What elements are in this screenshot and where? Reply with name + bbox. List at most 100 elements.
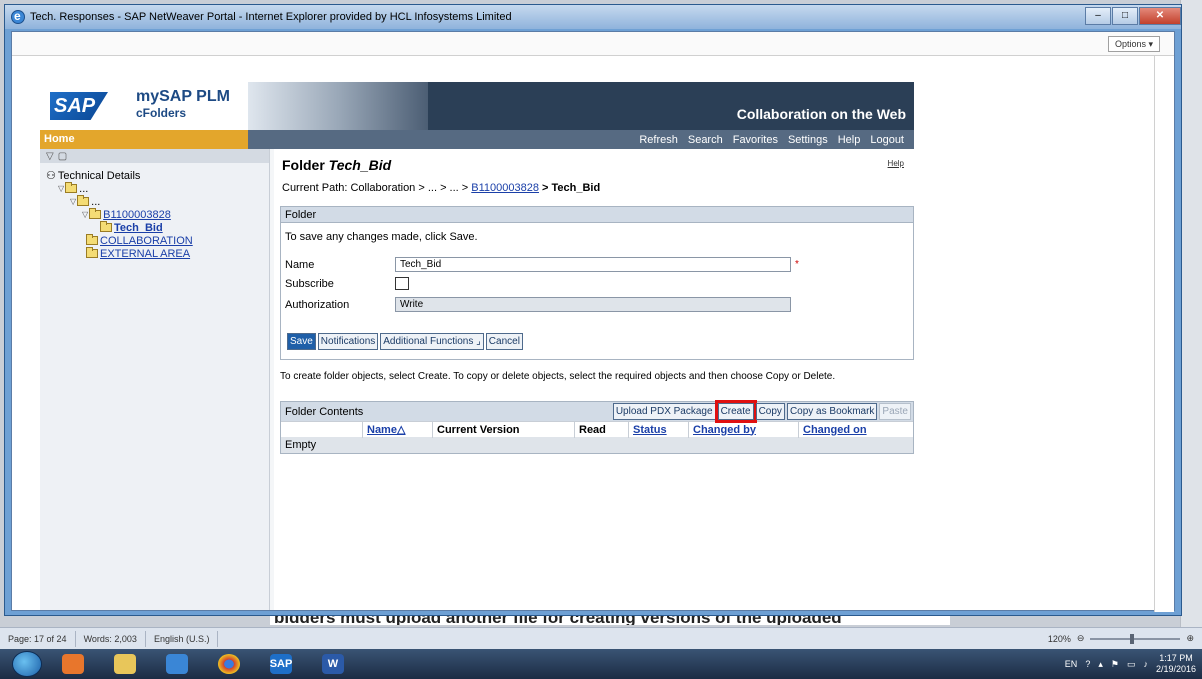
chrome-icon bbox=[218, 654, 240, 674]
name-field[interactable]: Tech_Bid bbox=[395, 257, 791, 272]
folder-panel: Folder To save any changes made, click S… bbox=[280, 206, 914, 360]
open-folder-icon bbox=[100, 221, 112, 232]
tree-item-label[interactable]: B1100003828 bbox=[103, 209, 171, 221]
column-changed-by[interactable]: Changed by bbox=[689, 421, 799, 438]
flag-icon[interactable]: ⚑ bbox=[1111, 659, 1119, 670]
nav-search[interactable]: Search bbox=[688, 134, 723, 146]
product-name: mySAP PLM cFolders bbox=[136, 88, 230, 122]
folder-icon bbox=[86, 247, 98, 258]
taskbar-word[interactable]: W bbox=[312, 651, 354, 677]
help-link[interactable]: Help bbox=[888, 159, 904, 168]
save-button[interactable]: Save bbox=[287, 333, 316, 350]
tree-item-label[interactable]: Tech_Bid bbox=[114, 222, 163, 234]
table-buttons: Upload PDX Package Create Copy Copy as B… bbox=[612, 400, 911, 423]
browser-scrollbar[interactable] bbox=[1154, 56, 1174, 612]
subscribe-checkbox[interactable] bbox=[395, 277, 409, 290]
collapse-icon[interactable]: ▽ bbox=[46, 151, 54, 162]
additional-functions-button[interactable]: Additional Functions ⌟ bbox=[380, 333, 484, 350]
tree-item-collaboration[interactable]: COLLABORATION bbox=[46, 234, 263, 247]
upload-pdx-button[interactable]: Upload PDX Package bbox=[612, 403, 716, 420]
taskbar: SAP W EN ? ▴ ⚑ ▭ ♪ 1:17 PM 2/19/2016 bbox=[0, 649, 1202, 679]
breadcrumb: Current Path: Collaboration > ... > ... … bbox=[282, 182, 600, 194]
taskbar-sap[interactable]: SAP bbox=[260, 651, 302, 677]
expand-icon[interactable]: ▽ bbox=[58, 184, 64, 193]
tree-item-tech-bid[interactable]: Tech_Bid bbox=[46, 221, 263, 234]
tray-language[interactable]: EN bbox=[1065, 659, 1078, 669]
lock-icon[interactable]: ▢ bbox=[58, 151, 67, 162]
language[interactable]: English (U.S.) bbox=[146, 630, 219, 647]
nav-help[interactable]: Help bbox=[838, 134, 861, 146]
expand-icon[interactable]: ▽ bbox=[70, 197, 76, 206]
folder-icon bbox=[77, 195, 90, 206]
tree-root[interactable]: ⚇ Technical Details bbox=[46, 169, 263, 183]
tree-root-label: Technical Details bbox=[57, 169, 141, 182]
sidebar-toolbar: ▽ ▢ bbox=[40, 149, 269, 163]
tree-item[interactable]: ▽ ... bbox=[46, 195, 263, 208]
nav-logout[interactable]: Logout bbox=[870, 134, 904, 146]
required-mark: * bbox=[795, 259, 799, 270]
column-changed-on[interactable]: Changed on bbox=[799, 422, 913, 438]
zoom-slider[interactable] bbox=[1090, 633, 1181, 644]
taskbar-explorer[interactable] bbox=[104, 651, 146, 677]
expand-icon[interactable]: ▽ bbox=[82, 210, 88, 219]
folder-icon bbox=[89, 208, 102, 219]
main-content: Folder Tech_Bid Help Current Path: Colla… bbox=[274, 149, 914, 610]
tree-item-label[interactable]: COLLABORATION bbox=[100, 235, 193, 247]
sap-icon: SAP bbox=[270, 654, 292, 674]
clock-time: 1:17 PM bbox=[1159, 653, 1193, 663]
notifications-button[interactable]: Notifications bbox=[317, 333, 379, 350]
maximize-button[interactable]: □ bbox=[1112, 7, 1138, 25]
sidebar: ▽ ▢ ⚇ Technical Details ▽ ... ▽ ... ▽ B1… bbox=[40, 149, 270, 610]
tree-item-label: ... bbox=[79, 182, 89, 195]
tree-item-label[interactable]: EXTERNAL AREA bbox=[100, 248, 190, 260]
nav-home[interactable]: Home bbox=[40, 130, 248, 149]
show-hidden-icon[interactable]: ▴ bbox=[1098, 659, 1103, 670]
ie-window: Tech. Responses - SAP NetWeaver Portal -… bbox=[4, 4, 1182, 616]
help-icon[interactable]: ? bbox=[1085, 659, 1090, 669]
breadcrumb-link[interactable]: B1100003828 bbox=[471, 182, 539, 194]
volume-icon[interactable]: ♪ bbox=[1143, 659, 1148, 669]
column-name[interactable]: Name△ bbox=[363, 421, 433, 438]
copy-as-bookmark-button[interactable]: Copy as Bookmark bbox=[786, 403, 878, 420]
empty-row: Empty bbox=[281, 437, 913, 453]
taskbar-firefox[interactable] bbox=[52, 651, 94, 677]
tree-item[interactable]: ▽ ... bbox=[46, 182, 263, 195]
panel-message: To save any changes made, click Save. bbox=[285, 231, 478, 243]
page-title: Folder Tech_Bid bbox=[282, 157, 391, 173]
word-status-bar: Page: 17 of 24 Words: 2,003 English (U.S… bbox=[0, 627, 1202, 649]
tree-item-b1100003828[interactable]: ▽ B1100003828 bbox=[46, 208, 263, 221]
options-button[interactable]: Options ▾ bbox=[1107, 36, 1160, 52]
nav-favorites[interactable]: Favorites bbox=[733, 134, 778, 146]
start-button[interactable] bbox=[12, 651, 42, 677]
close-button[interactable]: ✕ bbox=[1139, 7, 1181, 25]
minimize-button[interactable]: – bbox=[1085, 7, 1111, 25]
create-button[interactable]: Create bbox=[714, 400, 757, 423]
table-columns: Name△ Current Version Read Status Change… bbox=[281, 421, 913, 438]
clock[interactable]: 1:17 PM 2/19/2016 bbox=[1156, 653, 1196, 675]
nav-settings[interactable]: Settings bbox=[788, 134, 828, 146]
page-count[interactable]: Page: 17 of 24 bbox=[0, 630, 76, 647]
network-icon[interactable]: ▭ bbox=[1127, 659, 1136, 670]
name-row: Name Tech_Bid * bbox=[285, 257, 799, 272]
column-status[interactable]: Status bbox=[629, 421, 689, 438]
zoom-level[interactable]: 120% bbox=[1048, 634, 1071, 644]
panel-buttons: Save Notifications Additional Functions … bbox=[287, 333, 523, 350]
select-column[interactable] bbox=[281, 421, 363, 438]
breadcrumb-current: > Tech_Bid bbox=[542, 182, 601, 194]
zoom-out-icon[interactable]: ⊖ bbox=[1077, 633, 1085, 644]
tree-item-external-area[interactable]: EXTERNAL AREA bbox=[46, 247, 263, 260]
cancel-button[interactable]: Cancel bbox=[485, 333, 523, 350]
folder-icon bbox=[65, 182, 78, 193]
table-title: Folder Contents bbox=[285, 405, 364, 418]
taskbar-chrome[interactable] bbox=[208, 651, 250, 677]
copy-button[interactable]: Copy bbox=[755, 403, 785, 420]
nav-refresh[interactable]: Refresh bbox=[639, 134, 678, 146]
paste-button[interactable]: Paste bbox=[879, 403, 911, 420]
zoom-in-icon[interactable]: ⊕ bbox=[1186, 633, 1194, 644]
word-scrollbar[interactable] bbox=[1180, 0, 1202, 640]
window-titlebar[interactable]: Tech. Responses - SAP NetWeaver Portal -… bbox=[5, 5, 1181, 29]
subscribe-label: Subscribe bbox=[285, 277, 334, 290]
word-count[interactable]: Words: 2,003 bbox=[76, 630, 146, 647]
group-icon: ⚇ bbox=[46, 170, 56, 182]
taskbar-ie[interactable] bbox=[156, 651, 198, 677]
